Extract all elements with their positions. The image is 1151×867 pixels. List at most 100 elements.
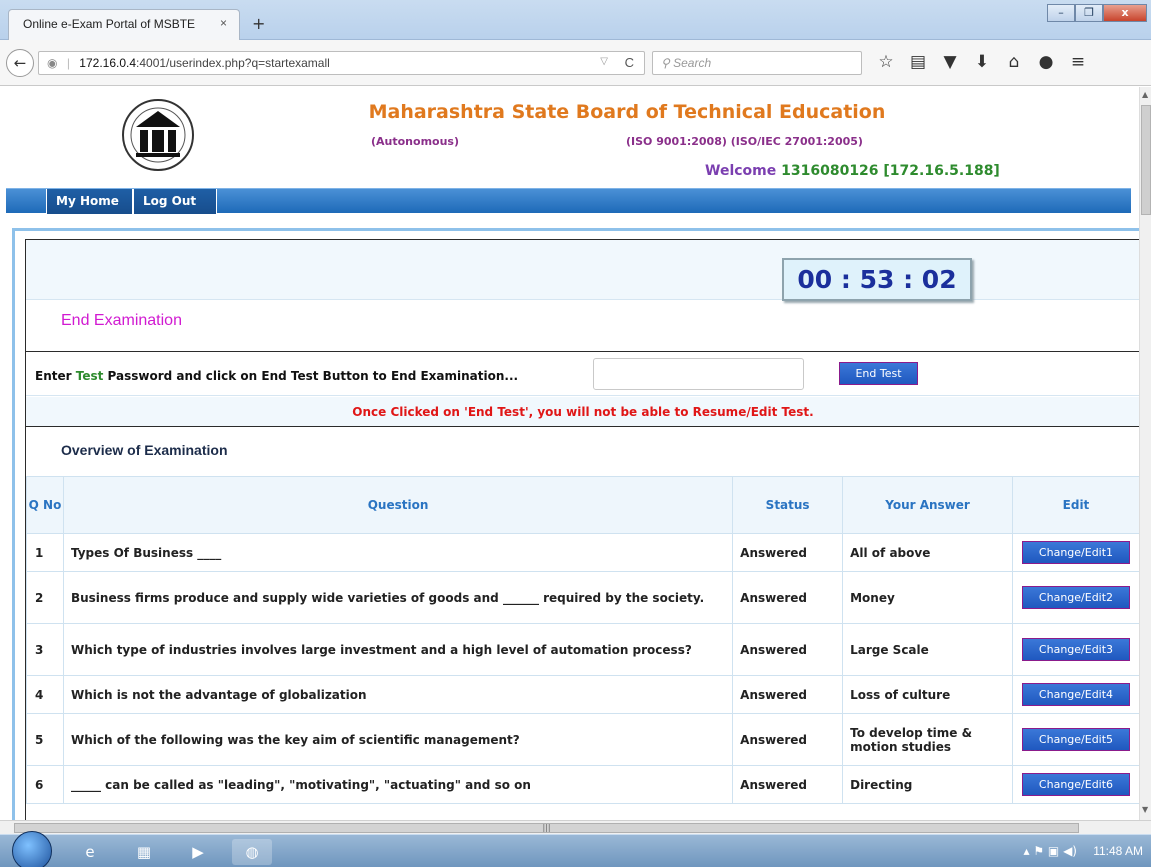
maximize-button[interactable]: ❐ (1075, 4, 1103, 22)
header-qno: Q No (26, 476, 64, 534)
password-instruction: Enter Test Password and click on End Tes… (35, 369, 518, 383)
pocket-icon[interactable]: ▼ (934, 52, 966, 72)
bookmark-star-icon[interactable]: ☆ (870, 52, 902, 72)
browser-tab[interactable]: Online e-Exam Portal of MSBTE × (8, 9, 240, 40)
instruction-pre: Enter (35, 369, 72, 383)
header-your-answer: Your Answer (842, 476, 1013, 534)
back-arrow-icon[interactable]: ← (6, 49, 34, 77)
menu-my-home[interactable]: My Home (46, 189, 133, 214)
dropdown-arrow-icon[interactable]: ▽ (600, 56, 608, 67)
globe-icon: ◉ (47, 56, 58, 70)
test-password-input[interactable] (593, 358, 804, 390)
url-separator: | (66, 56, 70, 70)
change-edit-button[interactable]: Change/Edit4 (1021, 683, 1130, 706)
taskbar-clock[interactable]: 11:48 AM (1093, 844, 1143, 858)
edit-cell: Change/Edit5 (1011, 713, 1139, 766)
question-status: Answered (732, 533, 844, 572)
change-edit-button[interactable]: Change/Edit5 (1021, 728, 1130, 751)
change-edit-button[interactable]: Change/Edit6 (1021, 773, 1130, 796)
exam-timer: 00 : 53 : 02 (782, 258, 972, 301)
internet-explorer-icon[interactable]: e (70, 839, 110, 865)
reload-icon[interactable]: C (625, 55, 634, 70)
scroll-down-icon[interactable]: ▼ (1142, 805, 1148, 814)
minimize-button[interactable]: – (1047, 4, 1075, 22)
new-tab-button[interactable]: + (252, 14, 265, 33)
reading-list-icon[interactable]: ▤ (902, 52, 934, 72)
change-edit-button[interactable]: Change/Edit1 (1021, 541, 1130, 564)
end-test-row: Enter Test Password and click on End Tes… (26, 351, 1139, 396)
horizontal-scroll-thumb[interactable]: ||| (14, 823, 1079, 833)
menu-icon[interactable]: ≡ (1062, 52, 1094, 72)
browser-navbar: ← ◉ | 172.16.0.4:4001/userindex.php?q=st… (0, 40, 1151, 86)
start-button-icon[interactable] (12, 831, 52, 867)
warning-row: Once Clicked on 'End Test', you will not… (26, 397, 1139, 427)
edit-cell: Change/Edit6 (1011, 765, 1139, 804)
browser-titlebar: Online e-Exam Portal of MSBTE × + – ❐ x (0, 0, 1151, 40)
question-number: 4 (26, 675, 64, 714)
table-row: 4 Which is not the advantage of globaliz… (26, 675, 1139, 714)
question-text: Which of the following was the key aim o… (62, 713, 734, 766)
question-number: 5 (26, 713, 64, 766)
instruction-test-word: Test (75, 369, 104, 383)
vertical-scrollbar[interactable]: ▲ ▼ (1139, 87, 1151, 820)
media-player-icon[interactable]: ▶ (178, 839, 218, 865)
question-text: _____ can be called as "leading", "motiv… (62, 765, 734, 804)
file-explorer-icon[interactable]: ▦ (124, 839, 164, 865)
download-icon[interactable]: ⬇ (966, 52, 998, 72)
tab-title: Online e-Exam Portal of MSBTE (23, 17, 196, 31)
your-answer: Money (842, 571, 1013, 624)
horizontal-scrollbar[interactable]: ||| (0, 820, 1151, 834)
change-edit-button[interactable]: Change/Edit2 (1021, 586, 1130, 609)
firefox-icon[interactable]: ◍ (232, 839, 272, 865)
end-test-warning: Once Clicked on 'End Test', you will not… (352, 405, 814, 419)
close-window-button[interactable]: x (1103, 4, 1147, 22)
question-status: Answered (732, 571, 844, 624)
system-tray-icons[interactable]: ▴ ⚑ ▣ ◀) (1024, 844, 1077, 858)
question-status: Answered (732, 623, 844, 676)
table-row: 3 Which type of industries involves larg… (26, 623, 1139, 676)
timer-band: 00 : 53 : 02 (26, 240, 1139, 301)
url-bar[interactable]: ◉ | 172.16.0.4:4001/userindex.php?q=star… (38, 51, 645, 75)
welcome-text: Welcome 1316080126 [172.16.5.188] (705, 163, 1000, 179)
your-answer: To develop time & motion studies (842, 713, 1013, 766)
chat-icon[interactable]: ● (1030, 52, 1062, 72)
your-answer: Directing (842, 765, 1013, 804)
end-test-button[interactable]: End Test (839, 362, 918, 385)
windows-taskbar: e ▦ ▶ ◍ ▴ ⚑ ▣ ◀) 11:48 AM (0, 831, 1151, 867)
question-text: Types Of Business ____ (62, 533, 734, 572)
question-number: 1 (26, 533, 64, 572)
question-text: Which type of industries involves large … (62, 623, 734, 676)
window-controls: – ❐ x (1047, 4, 1147, 22)
url-path: :4001/userindex.php?q=startexamall (136, 56, 330, 70)
menu-log-out[interactable]: Log Out (133, 189, 217, 214)
iso-label: (ISO 9001:2008) (ISO/IEC 27001:2005) (626, 135, 863, 148)
tab-close-icon[interactable]: × (220, 16, 227, 30)
edit-cell: Change/Edit1 (1011, 533, 1139, 572)
main-menu: My Home Log Out (6, 188, 1131, 214)
table-header-row: Q No Question Status Your Answer Edit (26, 476, 1139, 534)
scroll-up-icon[interactable]: ▲ (1142, 90, 1148, 99)
page: Maharashtra State Board of Technical Edu… (0, 87, 1139, 820)
instruction-post: Password and click on End Test Button to… (107, 369, 519, 383)
end-examination-heading: End Examination (61, 312, 182, 329)
question-text: Business firms produce and supply wide v… (62, 571, 734, 624)
question-status: Answered (732, 675, 844, 714)
your-answer: All of above (842, 533, 1013, 572)
header-question: Question (62, 476, 734, 534)
exam-panel: 00 : 53 : 02 End Examination Enter Test … (25, 239, 1139, 820)
header-edit: Edit (1011, 476, 1139, 534)
welcome-user: 1316080126 [172.16.5.188] (781, 163, 1000, 179)
organization-title: Maharashtra State Board of Technical Edu… (368, 101, 886, 123)
question-status: Answered (732, 713, 844, 766)
search-input[interactable]: ⚲ Search (652, 51, 862, 75)
table-row: 5 Which of the following was the key aim… (26, 713, 1139, 766)
table-row: 1 Types Of Business ____ Answered All of… (26, 533, 1139, 572)
edit-cell: Change/Edit3 (1011, 623, 1139, 676)
table-row: 2 Business firms produce and supply wide… (26, 571, 1139, 624)
vertical-scroll-thumb[interactable] (1141, 105, 1151, 215)
home-icon[interactable]: ⌂ (998, 52, 1030, 72)
table-row: 6 _____ can be called as "leading", "mot… (26, 765, 1139, 804)
change-edit-button[interactable]: Change/Edit3 (1021, 638, 1130, 661)
toolbar-icons: ☆ ▤ ▼ ⬇ ⌂ ● ≡ (870, 52, 1094, 72)
your-answer: Large Scale (842, 623, 1013, 676)
